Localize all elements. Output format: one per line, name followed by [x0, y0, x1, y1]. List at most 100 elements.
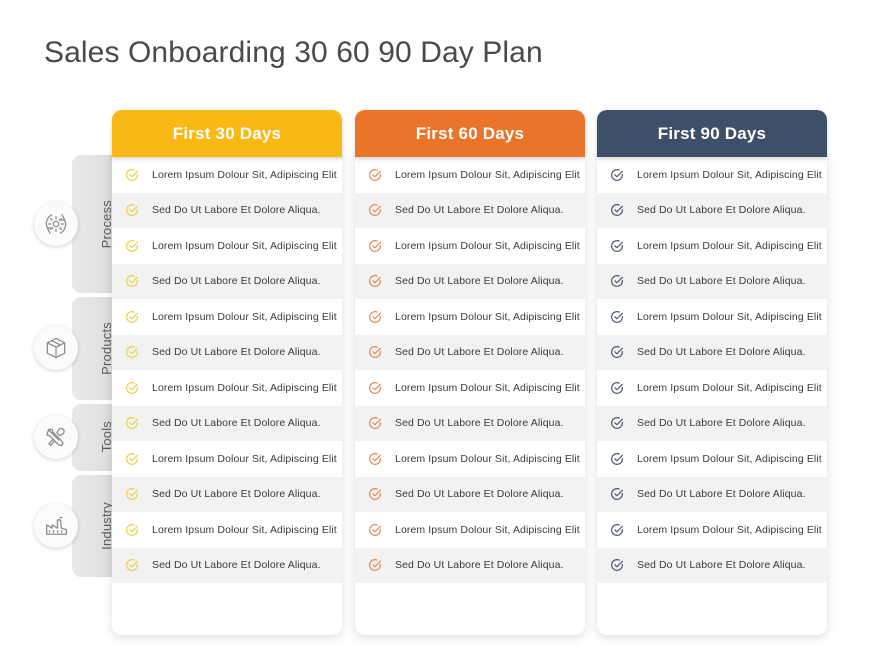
plan-row[interactable]: Sed Do Ut Labore Et Dolore Aliqua. [112, 334, 342, 370]
check-circle-icon [609, 238, 625, 254]
plan-row-text: Sed Do Ut Labore Et Dolore Aliqua. [637, 417, 806, 430]
plan-column-header[interactable]: First 60 Days [355, 110, 585, 157]
check-circle-icon [609, 522, 625, 538]
check-circle-icon [124, 238, 140, 254]
plan-row-text: Sed Do Ut Labore Et Dolore Aliqua. [637, 204, 806, 217]
check-circle-icon [124, 451, 140, 467]
plan-column-header[interactable]: First 90 Days [597, 110, 827, 157]
check-circle-icon [367, 380, 383, 396]
plan-row[interactable]: Lorem Ipsum Dolour Sit, Adipiscing Elit [355, 512, 585, 548]
check-circle-icon [124, 202, 140, 218]
plan-row[interactable]: Lorem Ipsum Dolour Sit, Adipiscing Elit [355, 370, 585, 406]
plan-row-text: Sed Do Ut Labore Et Dolore Aliqua. [395, 204, 564, 217]
plan-column-card: Lorem Ipsum Dolour Sit, Adipiscing Elit S… [597, 155, 827, 635]
plan-row[interactable]: Sed Do Ut Labore Et Dolore Aliqua. [355, 263, 585, 299]
plan-row-text: Sed Do Ut Labore Et Dolore Aliqua. [637, 346, 806, 359]
check-circle-icon [124, 415, 140, 431]
plan-row-text: Lorem Ipsum Dolour Sit, Adipiscing Elit [637, 452, 822, 465]
plan-row[interactable]: Sed Do Ut Labore Et Dolore Aliqua. [112, 405, 342, 441]
plan-row-text: Sed Do Ut Labore Et Dolore Aliqua. [395, 275, 564, 288]
plan-column-header-label: First 30 Days [172, 123, 282, 143]
plan-row[interactable]: Lorem Ipsum Dolour Sit, Adipiscing Elit [112, 441, 342, 477]
plan-row-text: Lorem Ipsum Dolour Sit, Adipiscing Elit [637, 239, 822, 252]
plan-row[interactable]: Sed Do Ut Labore Et Dolore Aliqua. [355, 547, 585, 583]
check-circle-icon [367, 557, 383, 573]
plan-column-card: Lorem Ipsum Dolour Sit, Adipiscing Elit S… [112, 155, 342, 635]
plan-row-text: Sed Do Ut Labore Et Dolore Aliqua. [152, 204, 321, 217]
plan-row[interactable]: Lorem Ipsum Dolour Sit, Adipiscing Elit [597, 370, 827, 406]
page-title: Sales Onboarding 30 60 90 Day Plan [44, 36, 543, 69]
plan-row[interactable]: Lorem Ipsum Dolour Sit, Adipiscing Elit [112, 370, 342, 406]
plan-row[interactable]: Lorem Ipsum Dolour Sit, Adipiscing Elit [355, 441, 585, 477]
plan-row[interactable]: Sed Do Ut Labore Et Dolore Aliqua. [112, 547, 342, 583]
check-circle-icon [609, 309, 625, 325]
check-circle-icon [609, 167, 625, 183]
check-circle-icon [367, 202, 383, 218]
plan-row-text: Sed Do Ut Labore Et Dolore Aliqua. [395, 488, 564, 501]
plan-row[interactable]: Lorem Ipsum Dolour Sit, Adipiscing Elit [597, 228, 827, 264]
plan-row-text: Sed Do Ut Labore Et Dolore Aliqua. [637, 275, 806, 288]
plan-row[interactable]: Lorem Ipsum Dolour Sit, Adipiscing Elit [355, 299, 585, 335]
plan-row-text: Lorem Ipsum Dolour Sit, Adipiscing Elit [152, 168, 337, 181]
plan-row-text: Lorem Ipsum Dolour Sit, Adipiscing Elit [395, 168, 580, 181]
plan-row[interactable]: Lorem Ipsum Dolour Sit, Adipiscing Elit [355, 228, 585, 264]
plan-column-header[interactable]: First 30 Days [112, 110, 342, 157]
plan-row[interactable]: Sed Do Ut Labore Et Dolore Aliqua. [112, 192, 342, 228]
check-circle-icon [367, 486, 383, 502]
plan-row-text: Lorem Ipsum Dolour Sit, Adipiscing Elit [152, 523, 337, 536]
plan-row[interactable]: Sed Do Ut Labore Et Dolore Aliqua. [355, 192, 585, 228]
box-package-icon [34, 326, 78, 371]
check-circle-icon [367, 273, 383, 289]
plan-row-list: Lorem Ipsum Dolour Sit, Adipiscing Elit S… [112, 155, 342, 583]
plan-row-text: Sed Do Ut Labore Et Dolore Aliqua. [152, 346, 321, 359]
plan-row[interactable]: Sed Do Ut Labore Et Dolore Aliqua. [355, 334, 585, 370]
plan-row-text: Lorem Ipsum Dolour Sit, Adipiscing Elit [395, 239, 580, 252]
plan-row[interactable]: Lorem Ipsum Dolour Sit, Adipiscing Elit [355, 157, 585, 193]
check-circle-icon [609, 380, 625, 396]
plan-row-text: Sed Do Ut Labore Et Dolore Aliqua. [152, 417, 321, 430]
plan-row[interactable]: Sed Do Ut Labore Et Dolore Aliqua. [597, 405, 827, 441]
plan-row[interactable]: Sed Do Ut Labore Et Dolore Aliqua. [355, 405, 585, 441]
plan-row[interactable]: Lorem Ipsum Dolour Sit, Adipiscing Elit [112, 512, 342, 548]
plan-row[interactable]: Lorem Ipsum Dolour Sit, Adipiscing Elit [112, 299, 342, 335]
check-circle-icon [367, 238, 383, 254]
check-circle-icon [609, 273, 625, 289]
plan-column-header-label: First 90 Days [657, 123, 767, 143]
check-circle-icon [124, 380, 140, 396]
plan-column-card: Lorem Ipsum Dolour Sit, Adipiscing Elit S… [355, 155, 585, 635]
plan-row-text: Lorem Ipsum Dolour Sit, Adipiscing Elit [152, 239, 337, 252]
plan-row[interactable]: Lorem Ipsum Dolour Sit, Adipiscing Elit [112, 228, 342, 264]
plan-row[interactable]: Sed Do Ut Labore Et Dolore Aliqua. [112, 476, 342, 512]
plan-row[interactable]: Lorem Ipsum Dolour Sit, Adipiscing Elit [112, 157, 342, 193]
check-circle-icon [609, 415, 625, 431]
factory-industry-icon [34, 503, 78, 548]
check-circle-icon [367, 415, 383, 431]
check-circle-icon [124, 309, 140, 325]
plan-row[interactable]: Sed Do Ut Labore Et Dolore Aliqua. [597, 547, 827, 583]
check-circle-icon [367, 167, 383, 183]
check-circle-icon [609, 557, 625, 573]
check-circle-icon [609, 451, 625, 467]
plan-row[interactable]: Sed Do Ut Labore Et Dolore Aliqua. [597, 192, 827, 228]
plan-row[interactable]: Sed Do Ut Labore Et Dolore Aliqua. [597, 476, 827, 512]
check-circle-icon [609, 344, 625, 360]
check-circle-icon [124, 344, 140, 360]
plan-row[interactable]: Sed Do Ut Labore Et Dolore Aliqua. [597, 334, 827, 370]
check-circle-icon [124, 557, 140, 573]
check-circle-icon [124, 273, 140, 289]
plan-row-text: Sed Do Ut Labore Et Dolore Aliqua. [152, 275, 321, 288]
plan-row[interactable]: Sed Do Ut Labore Et Dolore Aliqua. [597, 263, 827, 299]
plan-row-text: Sed Do Ut Labore Et Dolore Aliqua. [152, 488, 321, 501]
plan-row[interactable]: Lorem Ipsum Dolour Sit, Adipiscing Elit [597, 441, 827, 477]
plan-row-text: Lorem Ipsum Dolour Sit, Adipiscing Elit [395, 381, 580, 394]
plan-row[interactable]: Sed Do Ut Labore Et Dolore Aliqua. [112, 263, 342, 299]
plan-row[interactable]: Sed Do Ut Labore Et Dolore Aliqua. [355, 476, 585, 512]
plan-row[interactable]: Lorem Ipsum Dolour Sit, Adipiscing Elit [597, 512, 827, 548]
check-circle-icon [367, 309, 383, 325]
plan-row[interactable]: Lorem Ipsum Dolour Sit, Adipiscing Elit [597, 299, 827, 335]
check-circle-icon [124, 522, 140, 538]
check-circle-icon [367, 344, 383, 360]
plan-row[interactable]: Lorem Ipsum Dolour Sit, Adipiscing Elit [597, 157, 827, 193]
plan-row-text: Sed Do Ut Labore Et Dolore Aliqua. [637, 488, 806, 501]
plan-row-text: Sed Do Ut Labore Et Dolore Aliqua. [152, 559, 321, 572]
